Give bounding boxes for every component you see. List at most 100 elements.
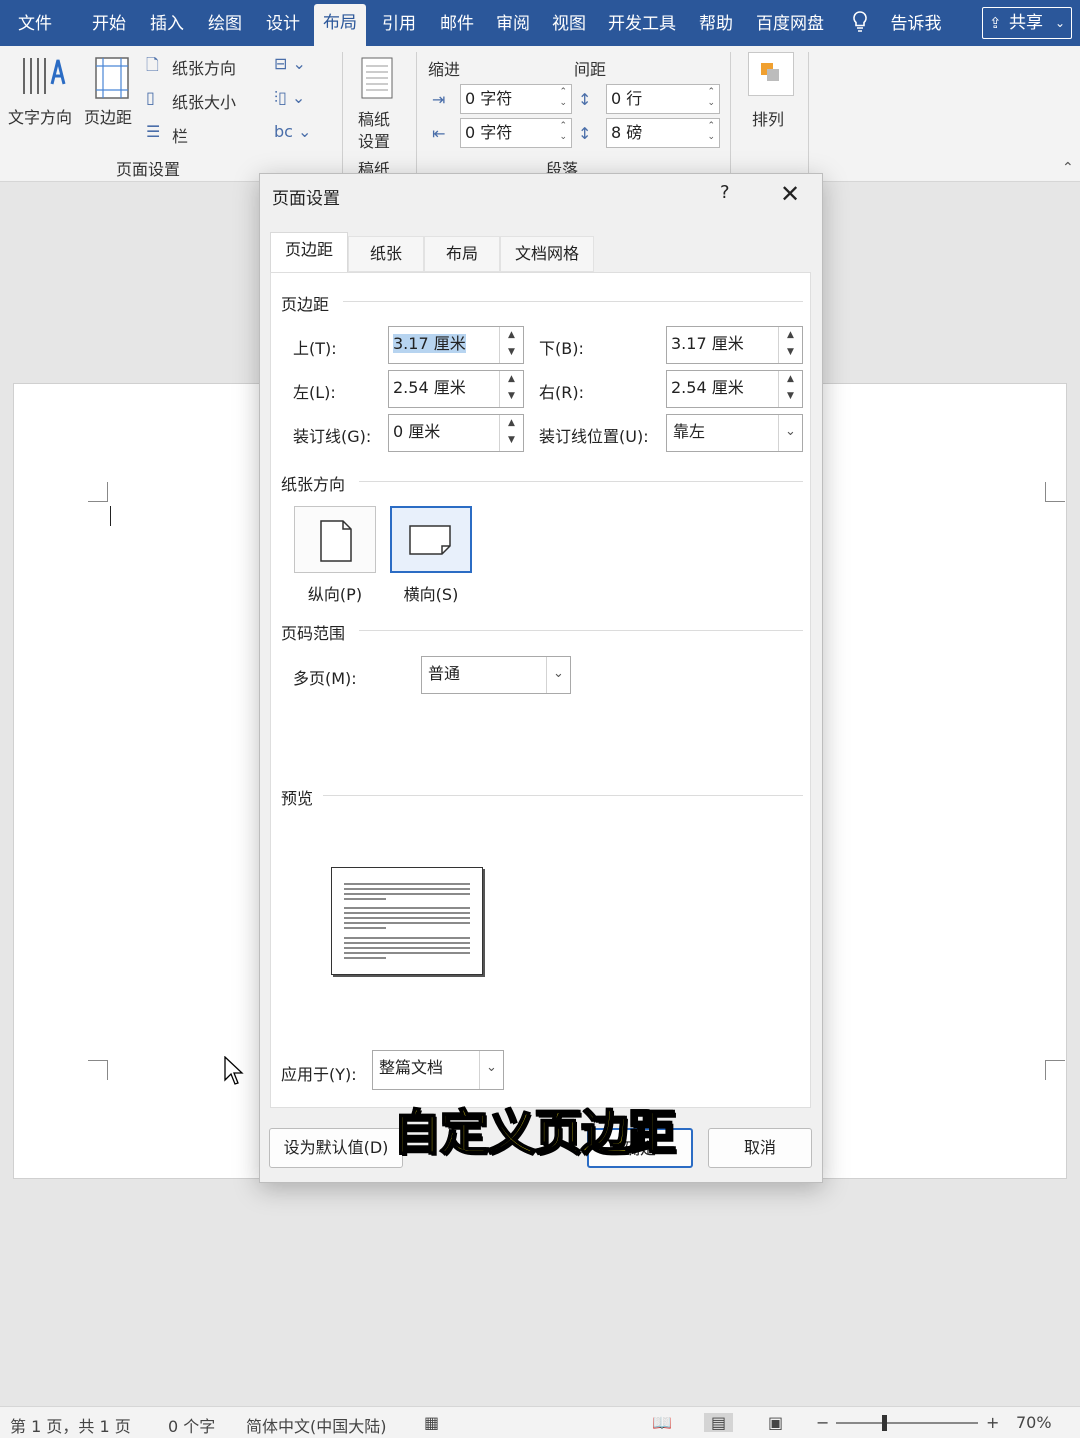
tab-references[interactable]: 引用 xyxy=(372,10,426,40)
chevron-down-icon: ⌄ xyxy=(1054,16,1065,30)
text-direction-button[interactable]: 文字方向 xyxy=(6,52,78,152)
chevron-down-icon: ⌄ xyxy=(479,1051,503,1089)
spinner-icon[interactable]: ▲ ▼ xyxy=(778,371,802,407)
zoom-in-icon[interactable]: + xyxy=(986,1413,999,1432)
tab-design[interactable]: 设计 xyxy=(256,10,310,40)
spacing-after-input[interactable]: 8 磅 ⌃ ⌄ xyxy=(606,118,720,148)
tab-draw[interactable]: 绘图 xyxy=(198,10,252,40)
tab-document-grid[interactable]: 文档网格 xyxy=(500,236,594,272)
set-as-default-button[interactable]: 设为默认值(D) xyxy=(269,1128,403,1168)
tab-view[interactable]: 视图 xyxy=(542,10,596,40)
tab-layout-settings[interactable]: 布局 xyxy=(424,236,500,272)
orientation-icon: 🗋 xyxy=(146,55,159,74)
zoom-out-icon[interactable]: − xyxy=(816,1413,829,1432)
indent-header: 缩进 xyxy=(428,60,461,79)
zoom-level[interactable]: 70% xyxy=(1016,1413,1052,1432)
right-margin-input[interactable]: 2.54 厘米 ▲ ▼ xyxy=(666,370,803,408)
manuscript-settings-button[interactable]: 稿纸 设置 xyxy=(354,52,400,152)
help-button[interactable]: ? xyxy=(720,182,730,203)
word-count[interactable]: 0 个字 xyxy=(168,1413,215,1437)
bottom-margin-input[interactable]: 3.17 厘米 ▲ ▼ xyxy=(666,326,803,364)
spacing-before-icon: ↕ xyxy=(578,90,592,109)
landscape-label: 横向(S) xyxy=(403,585,459,604)
spinner-icon[interactable]: ▲ ▼ xyxy=(499,327,523,363)
top-margin-label: 上(T): xyxy=(293,339,337,358)
line-numbers-icon[interactable]: ⫶▯ ⌄ xyxy=(274,88,305,108)
left-margin-input[interactable]: 2.54 厘米 ▲ ▼ xyxy=(388,370,524,408)
margins-button[interactable]: 页边距 xyxy=(84,52,142,152)
pages-section-header: 页码范围 xyxy=(281,624,346,643)
indent-left-input[interactable]: 0 字符 ⌃ ⌄ xyxy=(460,84,572,114)
arrange-button[interactable]: 排列 xyxy=(746,52,794,142)
tab-home[interactable]: 开始 xyxy=(82,10,136,40)
text-cursor xyxy=(110,506,111,526)
tab-layout[interactable]: 布局 xyxy=(314,4,366,46)
hyphenation-icon[interactable]: bc ⌄ xyxy=(274,122,311,141)
accessibility-icon[interactable]: ▦ xyxy=(424,1413,439,1432)
chevron-down-icon: ⌄ xyxy=(778,415,802,451)
tell-me-search[interactable]: 告诉我 xyxy=(884,10,948,40)
tab-file[interactable]: 文件 xyxy=(8,10,62,40)
portrait-page-icon xyxy=(320,520,352,562)
breaks-icon[interactable]: ⊟ ⌄ xyxy=(274,54,306,73)
margins-icon xyxy=(95,57,129,99)
share-button[interactable]: ⇪ 共享 ⌄ xyxy=(982,7,1072,39)
tab-review[interactable]: 审阅 xyxy=(486,10,540,40)
portrait-option[interactable] xyxy=(294,506,376,573)
tab-developer[interactable]: 开发工具 xyxy=(604,10,680,40)
indent-right-input[interactable]: 0 字符 ⌃ ⌄ xyxy=(460,118,572,148)
zoom-slider[interactable] xyxy=(836,1415,978,1431)
tab-help[interactable]: 帮助 xyxy=(690,10,742,40)
orientation-section-header: 纸张方向 xyxy=(281,475,346,494)
spacing-after-icon: ↕ xyxy=(578,124,592,143)
close-icon[interactable]: ✕ xyxy=(780,180,800,208)
tab-mailings[interactable]: 邮件 xyxy=(430,10,484,40)
collapse-ribbon-icon[interactable]: ⌃ xyxy=(1062,160,1074,176)
landscape-option[interactable] xyxy=(390,506,472,573)
video-caption: 自定义页边距 xyxy=(392,1104,677,1162)
share-icon: ⇪ xyxy=(989,14,1002,32)
tab-margins[interactable]: 页边距 xyxy=(270,232,348,274)
size-button[interactable]: ▯ 纸张大小 xyxy=(146,86,264,114)
zoom-slider-thumb[interactable] xyxy=(882,1415,887,1431)
orientation-button[interactable]: 🗋 纸张方向 xyxy=(146,52,264,80)
print-layout-icon[interactable]: ▤ xyxy=(704,1413,734,1432)
mouse-pointer-icon xyxy=(224,1055,244,1090)
margins-panel: 页边距 上(T): 3.17 厘米 ▲ ▼ 下(B): 3.17 厘米 ▲ ▼ 左(L)… xyxy=(270,272,811,1108)
chevron-down-icon: ⌄ xyxy=(546,657,570,693)
multiple-pages-label: 多页(M): xyxy=(293,669,357,688)
tab-paper[interactable]: 纸张 xyxy=(348,236,424,272)
page-setup-dialog: 页面设置 ? ✕ 页边距 纸张 布局 文档网格 页边距 上(T): 3.17 厘… xyxy=(259,173,823,1183)
gutter-position-select[interactable]: 靠左 ⌄ xyxy=(666,414,803,452)
indent-left-icon: ⇥ xyxy=(432,90,446,109)
tab-insert[interactable]: 插入 xyxy=(140,10,194,40)
gutter-position-label: 装订线位置(U): xyxy=(539,427,649,446)
gutter-label: 装订线(G): xyxy=(293,427,372,446)
dialog-title: 页面设置 xyxy=(272,189,340,209)
spacing-before-input[interactable]: 0 行 ⌃ ⌄ xyxy=(606,84,720,114)
paper-size-icon: ▯ xyxy=(146,88,155,107)
spinner-icon[interactable]: ▲ ▼ xyxy=(778,327,802,363)
manuscript-icon xyxy=(361,57,393,99)
portrait-label: 纵向(P) xyxy=(307,585,363,604)
spacing-header: 间距 xyxy=(574,60,607,79)
lightbulb-icon[interactable] xyxy=(850,10,870,40)
columns-button[interactable]: ☰ 栏 xyxy=(146,120,216,148)
gutter-input[interactable]: 0 厘米 ▲ ▼ xyxy=(388,414,524,452)
document-page-right[interactable] xyxy=(820,383,1067,1179)
ribbon-layout: 文字方向 页边距 🗋 纸张方向 ▯ 纸张大小 ☰ 栏 ⊟ ⌄ ⫶▯ ⌄ bc ⌄… xyxy=(0,46,1080,182)
right-margin-label: 右(R): xyxy=(539,383,584,402)
web-layout-icon[interactable]: ▣ xyxy=(768,1413,783,1432)
language-indicator[interactable]: 简体中文(中国大陆) xyxy=(246,1413,387,1437)
multiple-pages-select[interactable]: 普通 ⌄ xyxy=(421,656,571,694)
top-margin-input[interactable]: 3.17 厘米 ▲ ▼ xyxy=(388,326,524,364)
read-mode-icon[interactable]: 📖 xyxy=(652,1413,672,1432)
spinner-icon[interactable]: ▲ ▼ xyxy=(499,415,523,451)
apply-to-select[interactable]: 整篇文档 ⌄ xyxy=(372,1050,504,1090)
bottom-margin-label: 下(B): xyxy=(539,339,584,358)
page-count[interactable]: 第 1 页，共 1 页 xyxy=(10,1413,131,1437)
left-margin-label: 左(L): xyxy=(293,383,336,402)
tab-baidu-netdisk[interactable]: 百度网盘 xyxy=(750,10,830,40)
cancel-button[interactable]: 取消 xyxy=(708,1128,812,1168)
spinner-icon[interactable]: ▲ ▼ xyxy=(499,371,523,407)
